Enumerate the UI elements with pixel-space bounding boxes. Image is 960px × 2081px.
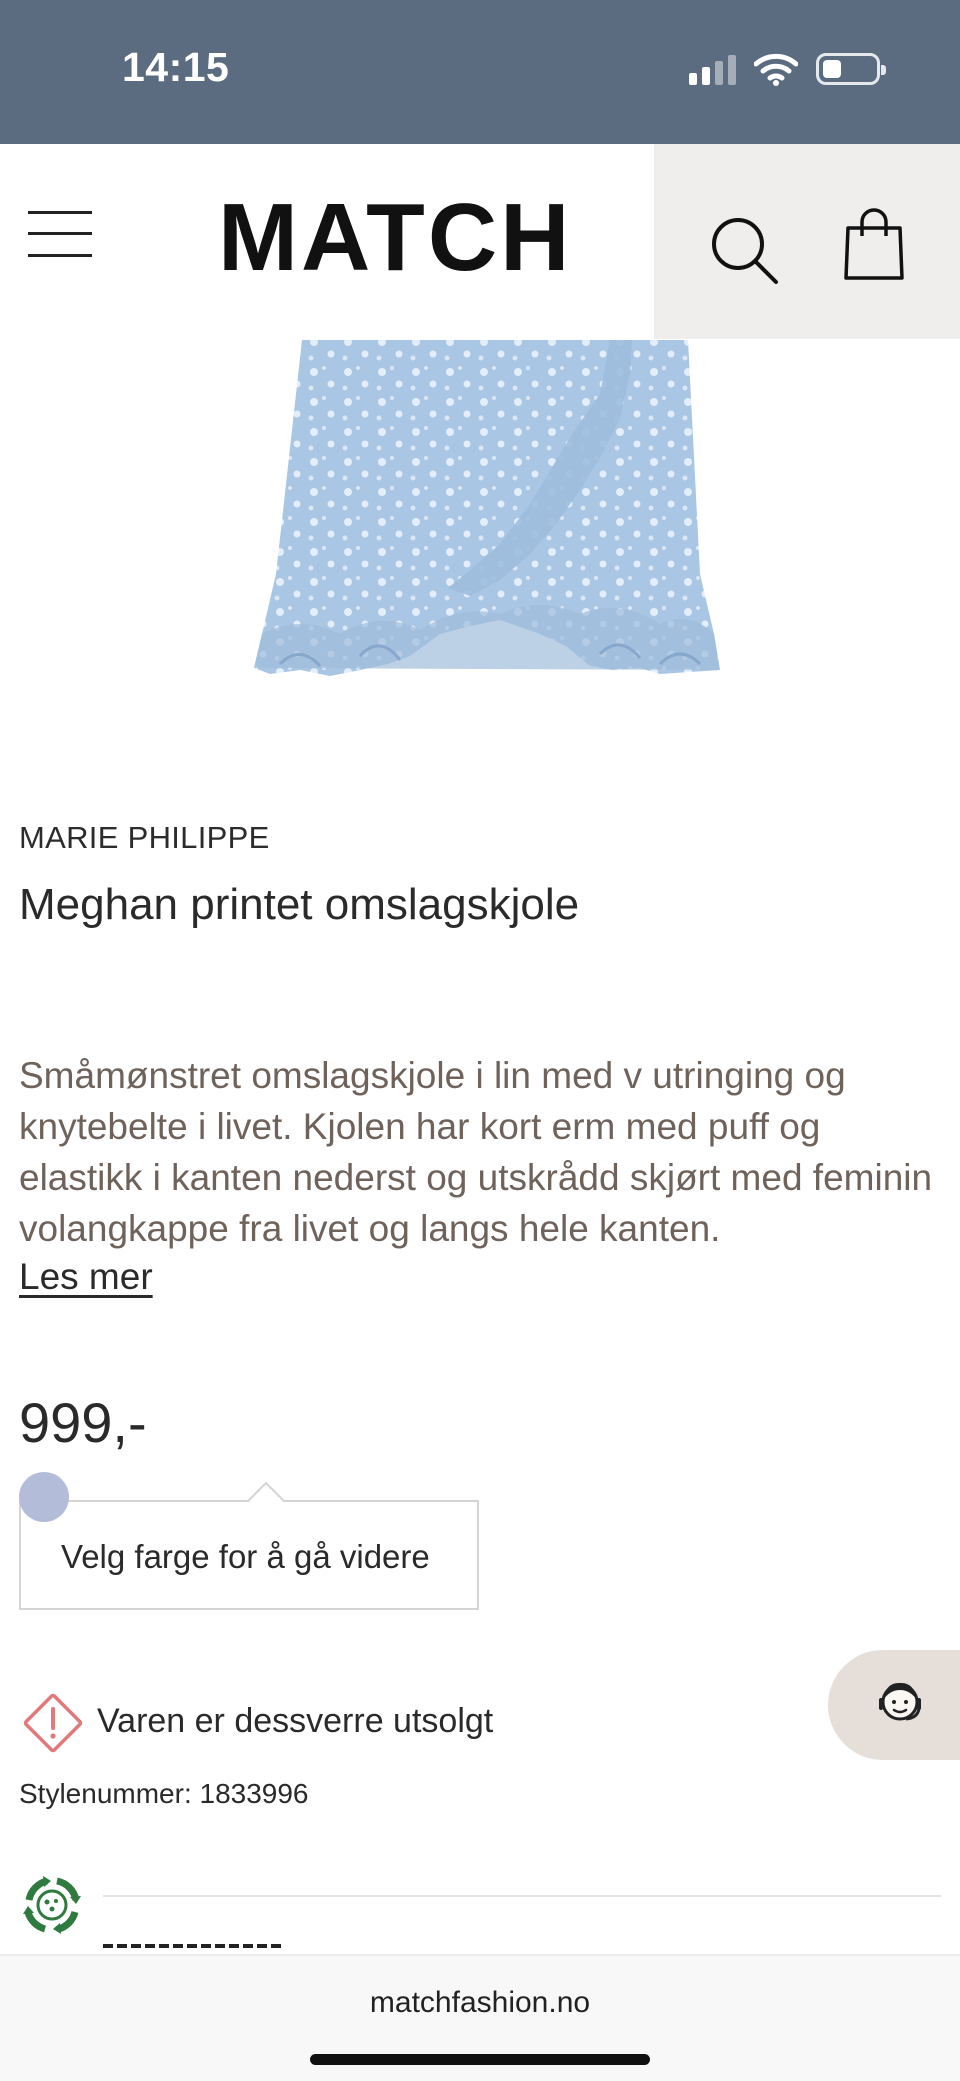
product-description: Småmønstret omslagskjole i lin med v utr… bbox=[19, 1055, 933, 1249]
color-prompt-tooltip: Velg farge for å gå videre bbox=[19, 1481, 479, 1610]
color-swatch[interactable] bbox=[19, 1472, 69, 1522]
status-bar: 14:15 bbox=[0, 0, 960, 144]
browser-bottom-bar: matchfashion.no bbox=[0, 1954, 960, 2081]
cellular-signal-icon bbox=[689, 53, 736, 85]
section-divider bbox=[103, 1895, 941, 1897]
shopping-bag-icon[interactable] bbox=[844, 208, 904, 280]
recycle-icon bbox=[23, 1876, 81, 1934]
color-prompt-text: Velg farge for å gå videre bbox=[61, 1538, 430, 1575]
tooltip-arrow bbox=[247, 1481, 285, 1519]
product-brand[interactable]: MARIE PHILIPPE bbox=[19, 820, 270, 856]
product-title: Meghan printet omslagskjole bbox=[19, 880, 580, 929]
browser-url[interactable]: matchfashion.no bbox=[0, 1986, 960, 2020]
warning-icon bbox=[23, 1693, 83, 1753]
battery-icon bbox=[816, 53, 886, 85]
site-header: MATCH bbox=[0, 144, 960, 339]
stock-status: Varen er dessverre utsolgt bbox=[97, 1702, 494, 1740]
customer-service-button[interactable] bbox=[828, 1650, 960, 1760]
read-more-link[interactable]: Les mer bbox=[19, 1256, 153, 1298]
search-icon[interactable] bbox=[708, 214, 780, 286]
header-actions bbox=[654, 144, 960, 339]
wifi-icon bbox=[754, 53, 798, 86]
home-indicator[interactable] bbox=[310, 2054, 650, 2065]
style-number: Stylenummer: 1833996 bbox=[19, 1778, 309, 1809]
support-agent-icon bbox=[879, 1682, 921, 1721]
site-logo[interactable]: MATCH bbox=[218, 190, 572, 286]
status-time: 14:15 bbox=[122, 44, 230, 90]
status-icons bbox=[689, 52, 886, 86]
product-image[interactable] bbox=[0, 334, 960, 714]
clipped-section-heading bbox=[103, 1944, 283, 1954]
hamburger-menu-icon[interactable] bbox=[28, 209, 92, 259]
product-price: 999,- bbox=[19, 1391, 147, 1454]
